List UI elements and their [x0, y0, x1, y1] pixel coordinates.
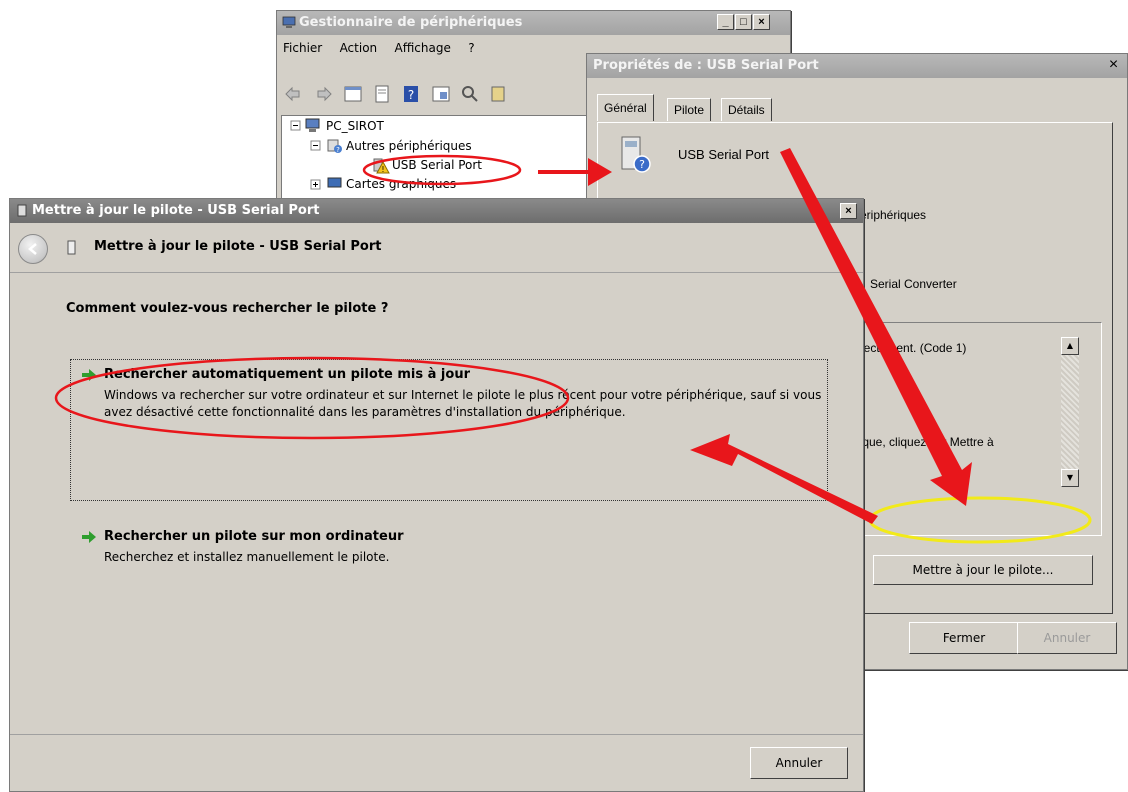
- menu-help[interactable]: ?: [468, 37, 474, 59]
- device-manager-icon: [282, 16, 296, 28]
- scroll-up-button[interactable]: ▲: [1061, 337, 1079, 355]
- back-button[interactable]: [18, 234, 48, 264]
- update-driver-button[interactable]: Mettre à jour le pilote...: [873, 555, 1093, 585]
- menu-view[interactable]: Affichage: [395, 37, 451, 59]
- device-type-fragment: ériphériques: [860, 208, 927, 222]
- status-scrollbar[interactable]: ▲ ▼: [1061, 337, 1079, 487]
- device-manager-titlebar[interactable]: Gestionnaire de périphériques: [277, 11, 790, 35]
- option-auto-title: Rechercher automatiquement un pilote mis…: [104, 367, 470, 382]
- status-line-1: orrectement. (Code 1): [849, 341, 967, 355]
- properties-titlebar[interactable]: Propriétés de : USB Serial Port: [587, 54, 1127, 78]
- device-manager-title: Gestionnaire de périphériques: [299, 15, 523, 30]
- device-icon: ?: [621, 136, 651, 173]
- menu-file[interactable]: Fichier: [283, 37, 322, 59]
- wizard-title: Mettre à jour le pilote - USB Serial Por…: [32, 203, 320, 218]
- properties-close-button[interactable]: ×: [1105, 57, 1122, 73]
- green-arrow-icon: [82, 369, 96, 381]
- status-text-box: orrectement. (Code 1) érique, cliquez su…: [839, 337, 1061, 487]
- option-manual-description: Recherchez et installez manuellement le …: [104, 550, 390, 564]
- green-arrow-icon: [82, 531, 96, 543]
- tree-graphics-cards[interactable]: Cartes graphiques: [346, 177, 456, 191]
- minimize-button[interactable]: _: [717, 14, 734, 30]
- back-arrow-icon: [28, 243, 37, 255]
- collapse-icon[interactable]: [310, 140, 322, 152]
- wizard-nav-bar: Mettre à jour le pilote - USB Serial Por…: [10, 224, 863, 273]
- close-button[interactable]: ×: [753, 14, 770, 30]
- tree-view-icon[interactable]: [342, 83, 364, 105]
- menu-bar: Fichier Action Affichage ?: [283, 37, 489, 59]
- properties-title: Propriétés de : USB Serial Port: [593, 58, 819, 73]
- view-icon[interactable]: [430, 83, 452, 105]
- scan-hardware-icon[interactable]: [459, 83, 481, 105]
- option-manual-search[interactable]: Rechercher un pilote sur mon ordinateur …: [80, 529, 820, 569]
- tab-general[interactable]: Général: [597, 94, 654, 121]
- tree-root-pc[interactable]: PC_SIROT: [326, 119, 384, 133]
- wizard-titlebar[interactable]: Mettre à jour le pilote - USB Serial Por…: [10, 199, 863, 223]
- computer-icon: [305, 118, 320, 132]
- option-auto-search[interactable]: Rechercher automatiquement un pilote mis…: [80, 367, 821, 423]
- tab-details[interactable]: Détails: [721, 98, 772, 121]
- status-line-2: érique, cliquez sur Mettre à: [849, 435, 994, 449]
- wizard-header: Mettre à jour le pilote - USB Serial Por…: [94, 239, 382, 254]
- scroll-down-button[interactable]: ▼: [1061, 469, 1079, 487]
- wizard-content: Comment voulez-vous rechercher le pilote…: [10, 273, 863, 733]
- wizard-close-button[interactable]: ×: [840, 203, 857, 219]
- status-group: orrectement. (Code 1) érique, cliquez su…: [836, 322, 1102, 536]
- manufacturer-fragment: Serial Converter: [870, 277, 957, 291]
- unknown-device-icon: ?: [327, 139, 342, 154]
- tab-driver[interactable]: Pilote: [667, 98, 712, 121]
- wizard-cancel-button[interactable]: Annuler: [750, 747, 848, 779]
- wizard-footer: Annuler: [10, 734, 863, 791]
- warning-device-icon: !: [373, 158, 390, 174]
- maximize-button[interactable]: □: [735, 14, 752, 30]
- option-manual-title: Rechercher un pilote sur mon ordinateur: [104, 529, 404, 544]
- help-icon[interactable]: ?: [400, 83, 422, 105]
- svg-text:?: ?: [336, 146, 340, 154]
- option-auto-description: Windows va rechercher sur votre ordinate…: [104, 388, 822, 419]
- update-driver-icon[interactable]: [488, 83, 510, 105]
- driver-small-icon: [67, 240, 76, 255]
- forward-arrow-icon[interactable]: [312, 83, 334, 105]
- svg-text:!: !: [381, 165, 384, 174]
- tree-usb-serial-port[interactable]: USB Serial Port: [392, 158, 482, 172]
- driver-icon: [17, 204, 27, 217]
- collapse-icon[interactable]: [290, 120, 302, 132]
- svg-text:?: ?: [408, 88, 414, 102]
- expand-icon[interactable]: [310, 179, 322, 191]
- search-question: Comment voulez-vous rechercher le pilote…: [66, 301, 389, 316]
- properties-icon[interactable]: [371, 83, 393, 105]
- back-arrow-icon[interactable]: [283, 83, 305, 105]
- device-name: USB Serial Port: [678, 147, 770, 162]
- close-dialog-button[interactable]: Fermer: [909, 622, 1019, 654]
- svg-text:?: ?: [639, 158, 645, 171]
- menu-action[interactable]: Action: [340, 37, 378, 59]
- tree-other-devices[interactable]: Autres périphériques: [346, 139, 472, 153]
- display-adapter-icon: [327, 177, 342, 188]
- update-driver-wizard: Mettre à jour le pilote - USB Serial Por…: [9, 198, 864, 792]
- toolbar: ?: [283, 83, 514, 109]
- cancel-dialog-button[interactable]: Annuler: [1017, 622, 1117, 654]
